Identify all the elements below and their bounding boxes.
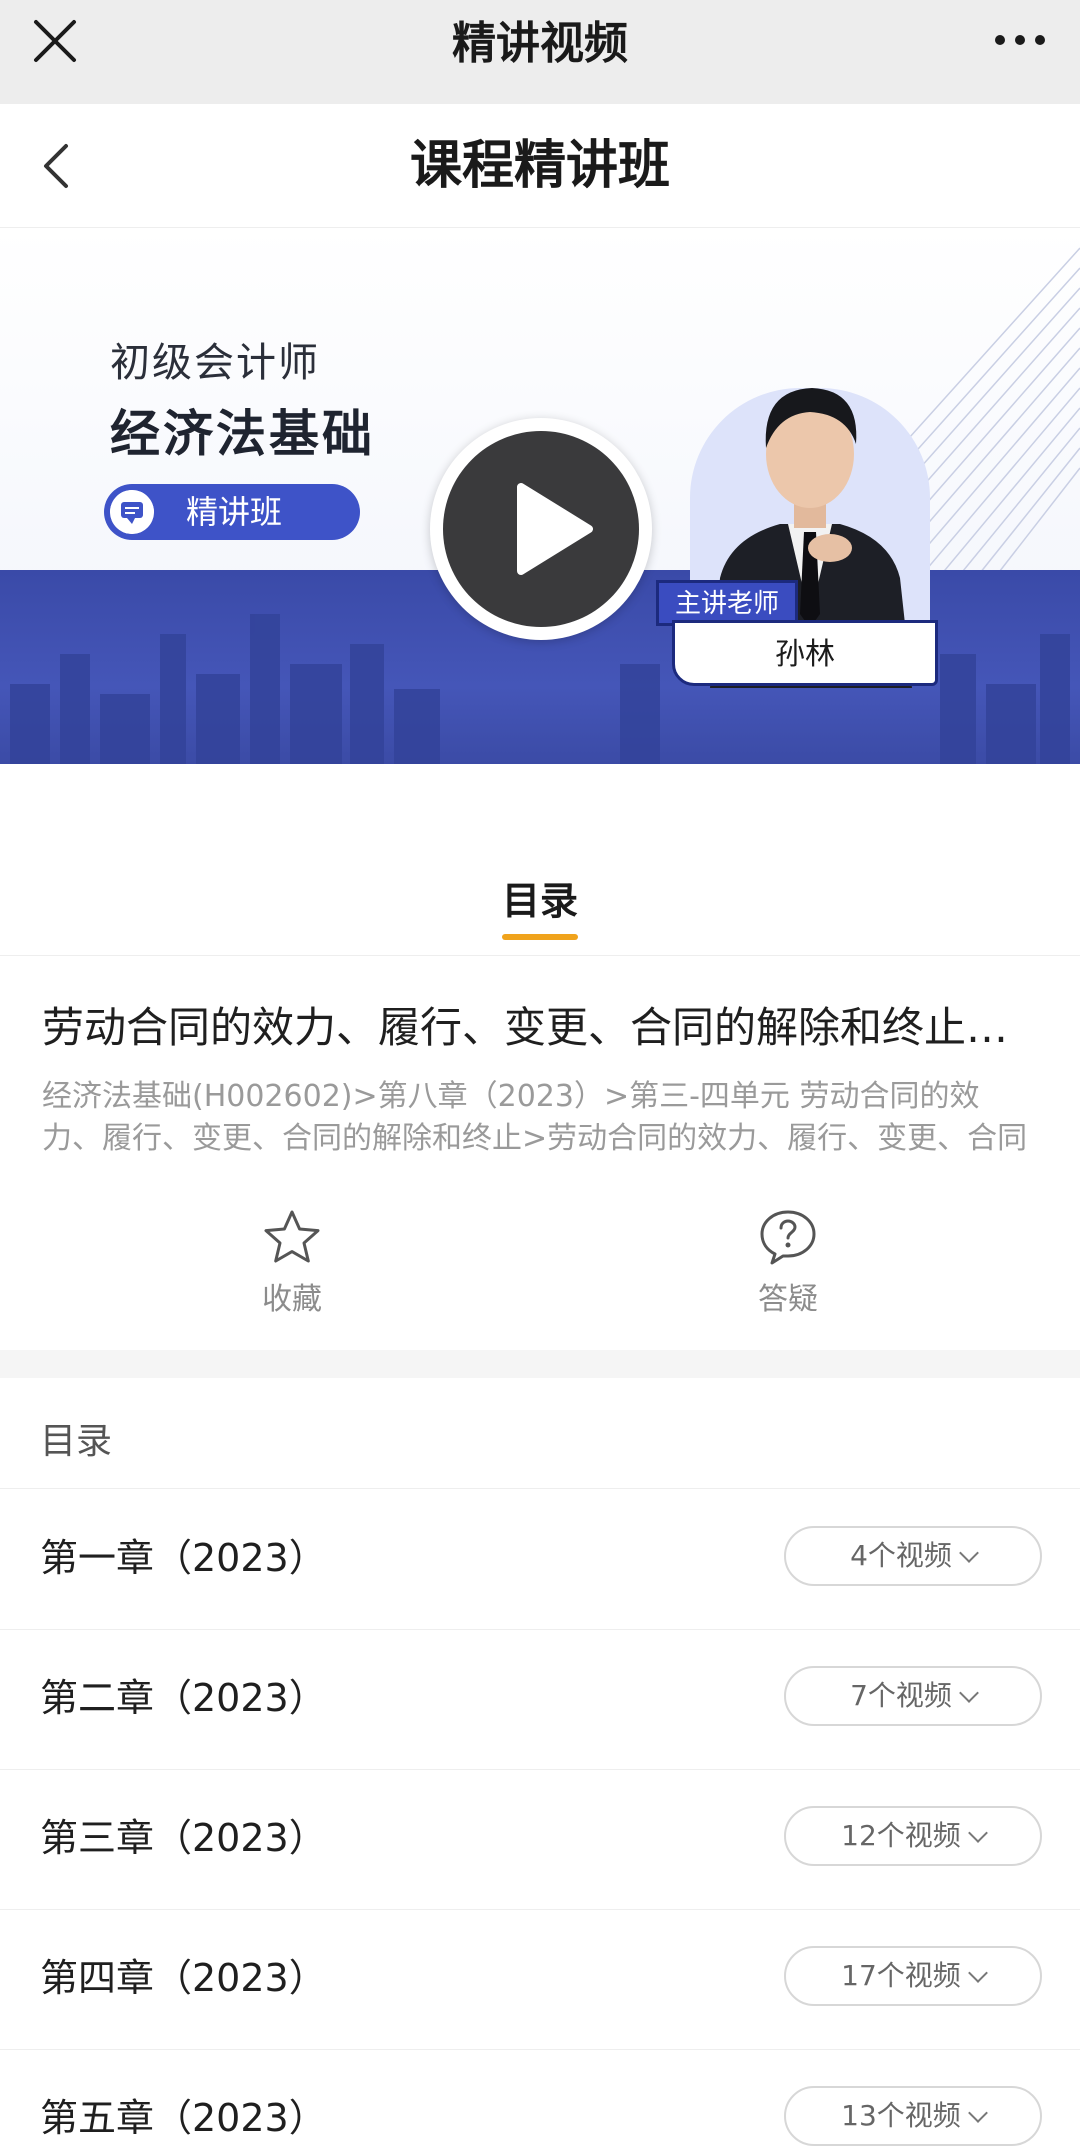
banner-subtitle: 初级会计师 [110, 340, 320, 386]
chapter-title: 第四章（2023） [40, 1956, 327, 2000]
favorite-label: 收藏 [262, 1282, 322, 1317]
lesson-title: 劳动合同的效力、履行、变更、合同的解除和终止… [42, 1003, 1009, 1052]
chevron-down-icon [959, 1543, 979, 1563]
chevron-down-icon [959, 1683, 979, 1703]
chat-bubble-icon [110, 490, 154, 534]
lesson-breadcrumb: 经济法基础(H002602)>第八章（2023）>第三-四单元 劳动合同的效力、… [42, 1079, 1028, 1156]
question-label: 答疑 [758, 1282, 818, 1317]
course-video-cover[interactable]: 初级会计师 经济法基础 精讲班 主讲老师 孙林 [0, 228, 1080, 764]
chapter-expand-button[interactable]: 13个视频 [784, 2086, 1042, 2146]
question-icon [760, 1210, 816, 1265]
video-count: 13个视频 [841, 2099, 961, 2132]
chapter-row[interactable]: 第三章（2023） 12个视频 [0, 1770, 1080, 1910]
star-icon [264, 1210, 320, 1263]
banner-main-title: 经济法基础 [110, 405, 375, 463]
play-button[interactable] [430, 418, 652, 640]
section-divider [0, 1350, 1080, 1378]
tab-active-indicator [502, 934, 578, 940]
video-count: 17个视频 [841, 1959, 961, 1992]
teacher-tag-label: 主讲老师 [674, 589, 779, 619]
chapter-row[interactable]: 第二章（2023） 7个视频 [0, 1630, 1080, 1770]
divider [0, 1488, 1080, 1489]
chapter-row[interactable]: 第五章（2023） 13个视频 [0, 2050, 1080, 2156]
chevron-down-icon [967, 1963, 988, 1983]
chapter-row[interactable]: 第一章（2023） 4个视频 [0, 1490, 1080, 1630]
chapter-expand-button[interactable]: 4个视频 [784, 1526, 1042, 1586]
teacher-name-box: 孙林 [672, 620, 938, 686]
app-header: 课程精讲班 [0, 104, 1080, 228]
play-button-circle [443, 431, 639, 627]
chapter-expand-button[interactable]: 17个视频 [784, 1946, 1042, 2006]
more-icon[interactable] [990, 20, 1050, 60]
chapter-title: 第二章（2023） [40, 1676, 327, 1720]
chapter-expand-button[interactable]: 7个视频 [784, 1666, 1042, 1726]
page-title: 课程精讲班 [409, 136, 670, 196]
video-count: 12个视频 [841, 1819, 961, 1852]
favorite-button[interactable]: 收藏 [222, 1208, 362, 1318]
chevron-down-icon [967, 2103, 988, 2123]
chapter-title: 第一章（2023） [40, 1536, 327, 1580]
wechat-top-bar: 精讲视频 [0, 0, 1080, 104]
course-type-label: 精讲班 [186, 493, 283, 531]
chapter-expand-button[interactable]: 12个视频 [784, 1806, 1042, 1866]
question-button[interactable]: 答疑 [718, 1208, 858, 1318]
video-count: 4个视频 [850, 1539, 952, 1572]
chapter-row[interactable]: 第四章（2023） 17个视频 [0, 1910, 1080, 2050]
tab-catalog[interactable]: 目录 [0, 870, 1080, 925]
chevron-down-icon [967, 1823, 988, 1843]
chapter-title: 第三章（2023） [40, 1816, 327, 1860]
tab-bar: 目录 [0, 830, 1080, 956]
toc-heading: 目录 [40, 1421, 113, 1462]
wechat-title: 精讲视频 [452, 18, 628, 69]
chapter-title: 第五章（2023） [40, 2096, 327, 2140]
video-count: 7个视频 [850, 1679, 952, 1712]
course-type-badge: 精讲班 [104, 484, 360, 540]
play-icon [517, 483, 593, 575]
teacher-name: 孙林 [775, 637, 835, 672]
